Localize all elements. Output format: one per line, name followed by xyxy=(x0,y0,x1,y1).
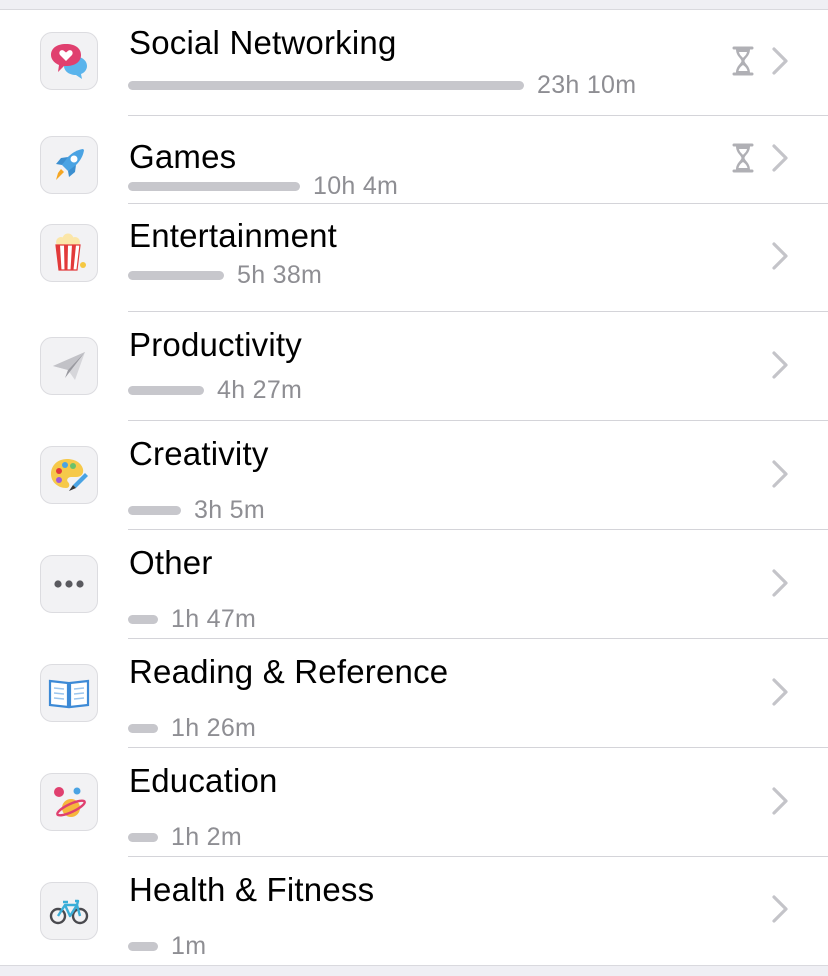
chevron-right-icon xyxy=(771,46,789,76)
category-title: Social Networking xyxy=(129,24,397,61)
usage-bar xyxy=(128,832,158,842)
category-row-reading-and-reference[interactable]: Reading & Reference 1h 26m xyxy=(0,639,828,748)
usage-bar xyxy=(128,505,181,515)
usage-summary: 4h 27m xyxy=(128,376,302,404)
category-title: Productivity xyxy=(129,326,302,363)
usage-time: 3h 5m xyxy=(194,495,265,524)
usage-summary: 1h 2m xyxy=(128,823,242,851)
popcorn-icon xyxy=(40,224,98,282)
usage-summary: 1h 47m xyxy=(128,605,256,633)
usage-time: 23h 10m xyxy=(537,70,637,99)
usage-bar xyxy=(128,181,300,191)
category-title: Reading & Reference xyxy=(129,653,449,690)
usage-time: 1m xyxy=(171,931,207,960)
chevron-right-icon xyxy=(771,241,789,271)
usage-summary: 1h 26m xyxy=(128,714,256,742)
usage-time: 1h 26m xyxy=(171,713,257,742)
category-row-entertainment[interactable]: Entertainment 5h 38m xyxy=(0,204,828,312)
rocket-icon xyxy=(40,136,98,194)
bicycle-icon xyxy=(40,882,98,940)
usage-summary: 3h 5m xyxy=(128,496,265,524)
usage-summary: 5h 38m xyxy=(128,261,322,289)
usage-bar xyxy=(128,941,158,951)
hourglass-icon xyxy=(731,143,755,173)
category-row-creativity[interactable]: Creativity 3h 5m xyxy=(0,421,828,530)
category-row-social-networking[interactable]: Social Networking 23h 10m xyxy=(0,10,828,116)
usage-bar xyxy=(128,723,158,733)
usage-summary: 23h 10m xyxy=(128,71,636,99)
chevron-right-icon xyxy=(771,568,789,598)
category-title: Games xyxy=(129,138,237,175)
usage-bar xyxy=(128,385,204,395)
chat-bubbles-heart-icon xyxy=(40,32,98,90)
usage-bar xyxy=(128,614,158,624)
chevron-right-icon xyxy=(771,143,789,173)
category-title: Other xyxy=(129,544,213,581)
category-usage-list: Social Networking 23h 10m Games 10h 4m Enter… xyxy=(0,9,828,966)
category-row-games[interactable]: Games 10h 4m xyxy=(0,116,828,204)
usage-time: 10h 4m xyxy=(313,171,399,200)
ellipsis-icon xyxy=(40,555,98,613)
chevron-right-icon xyxy=(771,894,789,924)
planet-icon xyxy=(40,773,98,831)
chevron-right-icon xyxy=(771,350,789,380)
usage-time: 1h 47m xyxy=(171,604,257,633)
category-row-education[interactable]: Education 1h 2m xyxy=(0,748,828,857)
chevron-right-icon xyxy=(771,459,789,489)
palette-icon xyxy=(40,446,98,504)
category-title: Health & Fitness xyxy=(129,871,375,908)
usage-time: 1h 2m xyxy=(171,822,242,851)
usage-bar xyxy=(128,270,224,280)
hourglass-icon xyxy=(731,46,755,76)
usage-bar xyxy=(128,80,524,90)
usage-summary: 1m xyxy=(128,932,206,960)
chevron-right-icon xyxy=(771,677,789,707)
category-row-health-and-fitness[interactable]: Health & Fitness 1m xyxy=(0,857,828,965)
usage-time: 5h 38m xyxy=(237,260,323,289)
category-title: Creativity xyxy=(129,435,269,472)
category-title: Entertainment xyxy=(129,217,338,254)
open-book-icon xyxy=(40,664,98,722)
usage-summary: 10h 4m xyxy=(128,172,398,200)
paper-plane-icon xyxy=(40,337,98,395)
chevron-right-icon xyxy=(771,786,789,816)
usage-time: 4h 27m xyxy=(217,375,303,404)
category-row-productivity[interactable]: Productivity 4h 27m xyxy=(0,312,828,421)
category-row-other[interactable]: Other 1h 47m xyxy=(0,530,828,639)
category-title: Education xyxy=(129,762,278,799)
